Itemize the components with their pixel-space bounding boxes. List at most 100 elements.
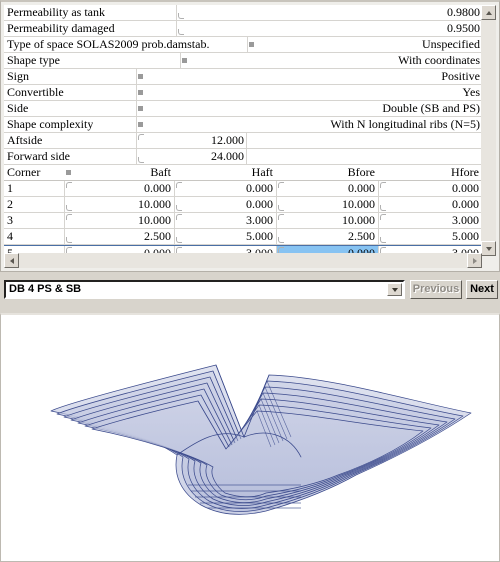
table-cell[interactable]: 10.000 xyxy=(64,213,174,228)
table-cell[interactable]: 3.000 xyxy=(378,213,482,228)
table-column-header[interactable]: Bfore xyxy=(276,165,378,180)
table-cell[interactable]: 5.000 xyxy=(174,229,276,244)
property-row[interactable]: Convertible Yes xyxy=(4,85,482,101)
table-cell[interactable]: 10.000 xyxy=(276,213,378,228)
table-column-header[interactable]: Hfore xyxy=(378,165,482,180)
combo-arrow-glyph xyxy=(391,287,398,292)
property-column-divider xyxy=(136,69,137,84)
table-column-header[interactable]: Corner xyxy=(4,165,64,180)
scroll-up-button[interactable] xyxy=(481,5,496,20)
table-column-divider xyxy=(174,229,175,244)
cell-editor-marker-icon xyxy=(278,214,284,220)
cell-editor-marker-icon xyxy=(176,205,182,211)
cell-editor-marker-icon xyxy=(138,122,143,127)
cell-editor-marker-icon xyxy=(138,157,144,163)
table-cell[interactable]: 0.000 xyxy=(276,181,378,196)
table-cell[interactable]: 0.000 xyxy=(174,181,276,196)
cell-editor-marker-icon xyxy=(66,214,72,220)
cell-editor-marker-icon xyxy=(182,58,187,63)
table-row[interactable]: 4 2.500 5.000 2.500 5.000 xyxy=(4,229,482,245)
scroll-left-arrow-icon xyxy=(9,257,14,264)
table-column-divider xyxy=(276,197,277,212)
table-column-divider xyxy=(378,229,379,244)
table-header-row: Corner Baft Haft Bfore Hfore xyxy=(4,165,482,181)
scroll-left-button[interactable] xyxy=(4,253,19,268)
wireframe-ribs xyxy=(50,364,472,515)
table-cell[interactable]: 0.000 xyxy=(378,197,482,212)
table-column-header[interactable]: Haft xyxy=(174,165,276,180)
property-row[interactable]: Forward side 24.000 xyxy=(4,149,482,165)
space-selector-combobox[interactable]: DB 4 PS & SB xyxy=(4,280,405,299)
space-selector-value: DB 4 PS & SB xyxy=(9,283,82,295)
property-row[interactable]: Shape complexity With N longitudinal ribs… xyxy=(4,117,482,133)
table-cell[interactable]: 0.000 xyxy=(378,181,482,196)
property-column-divider xyxy=(180,53,181,68)
table-cell[interactable]: 5.000 xyxy=(378,229,482,244)
table-cell[interactable]: 3.000 xyxy=(174,213,276,228)
cell-editor-marker-icon xyxy=(138,74,143,79)
chevron-down-icon[interactable] xyxy=(387,283,402,296)
table-column-divider xyxy=(378,213,379,228)
cell-editor-marker-icon xyxy=(176,237,182,243)
table-cell[interactable]: 2.500 xyxy=(276,229,378,244)
cell-editor-marker-icon xyxy=(176,182,182,188)
table-column-divider xyxy=(378,181,379,196)
property-value[interactable]: Double (SB and PS) xyxy=(144,101,480,116)
cell-editor-marker-icon xyxy=(380,237,386,243)
property-value[interactable]: With coordinates xyxy=(188,53,480,68)
property-value[interactable]: 0.9500 xyxy=(184,21,480,36)
table-column-header[interactable]: Baft xyxy=(64,165,174,180)
table-cell[interactable]: 2 xyxy=(4,197,64,212)
property-value[interactable]: Unspecified xyxy=(255,37,480,52)
property-name: Side xyxy=(7,101,29,115)
tank-shape-wireframe xyxy=(50,364,472,515)
property-grid-panel: Permeability as tank 0.9800 Permeability d… xyxy=(0,0,500,272)
property-column-divider xyxy=(247,37,248,52)
table-cell[interactable]: 4 xyxy=(4,229,64,244)
table-cell[interactable]: 2.500 xyxy=(64,229,174,244)
tank-shape-3d-viewport[interactable] xyxy=(0,313,500,562)
property-value[interactable]: 12.000 xyxy=(176,133,247,148)
cell-editor-marker-icon xyxy=(66,182,72,188)
table-cell[interactable]: 0.000 xyxy=(64,181,174,196)
table-column-divider xyxy=(174,181,175,196)
property-name: Permeability as tank xyxy=(7,5,105,19)
table-row[interactable]: 3 10.000 3.000 10.000 3.000 xyxy=(4,213,482,229)
scroll-down-button[interactable] xyxy=(481,241,496,256)
scroll-right-button[interactable] xyxy=(467,253,482,268)
property-value[interactable]: With N longitudinal ribs (N=5) xyxy=(144,117,480,132)
table-cell[interactable]: 1 xyxy=(4,181,64,196)
table-row[interactable]: 2 10.000 0.000 10.000 0.000 xyxy=(4,197,482,213)
property-row[interactable]: Permeability as tank 0.9800 xyxy=(4,5,482,21)
table-cell[interactable]: 3 xyxy=(4,213,64,228)
previous-button[interactable]: Previous xyxy=(410,280,462,299)
next-button[interactable]: Next xyxy=(466,280,498,299)
property-value[interactable]: Positive xyxy=(144,69,480,84)
property-column-divider xyxy=(136,149,137,164)
table-cell[interactable]: 0.000 xyxy=(174,197,276,212)
table-column-divider xyxy=(64,181,65,196)
property-row[interactable]: Aftside 12.000 xyxy=(4,133,482,149)
property-value[interactable]: Yes xyxy=(144,85,480,100)
property-row[interactable]: Sign Positive xyxy=(4,69,482,85)
property-row[interactable]: Type of space SOLAS2009 prob.damstab. Uns… xyxy=(4,37,482,53)
table-cell[interactable]: 10.000 xyxy=(64,197,174,212)
next-button-label: Next xyxy=(470,283,494,295)
table-column-divider xyxy=(276,213,277,228)
property-value[interactable]: 24.000 xyxy=(176,149,247,164)
table-row[interactable]: 1 0.000 0.000 0.000 0.000 xyxy=(4,181,482,197)
horizontal-scrollbar[interactable] xyxy=(4,253,482,268)
property-name: Convertible xyxy=(7,85,64,99)
cell-editor-marker-icon xyxy=(138,90,143,95)
property-row[interactable]: Permeability damaged 0.9500 xyxy=(4,21,482,37)
previous-button-label: Previous xyxy=(412,283,460,295)
property-value[interactable]: 0.9800 xyxy=(184,5,480,20)
table-cell[interactable]: 10.000 xyxy=(276,197,378,212)
cell-editor-marker-icon xyxy=(138,106,143,111)
scroll-up-arrow-icon xyxy=(485,10,492,15)
property-row[interactable]: Side Double (SB and PS) xyxy=(4,101,482,117)
scroll-right-arrow-icon xyxy=(472,257,477,264)
vertical-scrollbar[interactable] xyxy=(481,5,496,256)
property-row[interactable]: Shape type With coordinates xyxy=(4,53,482,69)
property-column-divider xyxy=(176,5,177,20)
